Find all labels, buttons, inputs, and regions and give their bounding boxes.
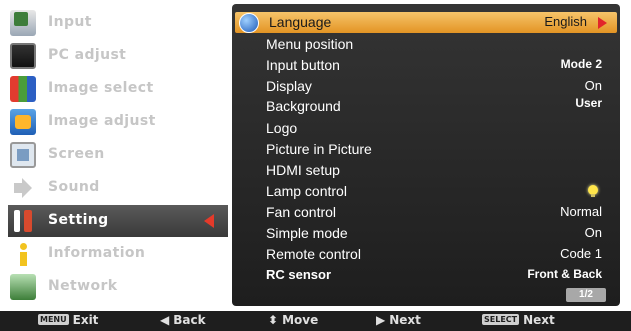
setting-value: User	[575, 96, 602, 110]
menu-item-information[interactable]: Information	[8, 238, 228, 270]
exit-label: Exit	[72, 313, 99, 327]
lamp-bulb-icon	[588, 185, 598, 197]
setting-row-background[interactable]: Background User	[232, 94, 620, 115]
setting-name: Picture in Picture	[266, 141, 372, 157]
setting-name: Lamp control	[266, 183, 347, 199]
setting-row-input-button[interactable]: Input button Mode 2	[232, 55, 620, 76]
menu-item-input[interactable]: Input	[8, 7, 228, 39]
setting-name: Input button	[266, 57, 340, 73]
sound-icon	[10, 175, 36, 201]
projector-menu: Input PC adjust Image select Image adjus…	[0, 0, 631, 331]
right-arrow-icon: ▶	[376, 313, 386, 327]
setting-panel: Language English Menu position Input but…	[232, 4, 620, 306]
setting-row-hdmi-setup[interactable]: HDMI setup	[232, 160, 620, 181]
submenu-arrow-icon	[598, 17, 607, 29]
setting-name: Logo	[266, 120, 298, 136]
menu-item-label: Image adjust	[48, 113, 156, 129]
network-icon	[10, 274, 36, 300]
page-indicator: 1/2	[566, 288, 606, 302]
button-guide-bar: MENU Exit ◀ Back ⬍ Move ▶ Next SELECT Next	[0, 311, 631, 331]
setting-name: HDMI setup	[266, 162, 340, 178]
setting-icon	[10, 208, 36, 234]
pc-adjust-icon	[10, 43, 36, 69]
up-down-arrow-icon: ⬍	[268, 313, 279, 327]
select-hint: SELECT Next	[482, 313, 555, 329]
main-menu: Input PC adjust Image select Image adjus…	[8, 5, 228, 305]
information-icon	[10, 241, 36, 267]
setting-name: Background	[266, 98, 341, 114]
menu-item-screen[interactable]: Screen	[8, 139, 228, 171]
move-hint: ⬍ Move	[268, 313, 318, 329]
screen-icon	[10, 142, 36, 168]
menu-item-label: Information	[48, 245, 146, 261]
setting-name: Fan control	[266, 204, 337, 220]
back-label: Back	[173, 313, 206, 327]
menu-item-image-select[interactable]: Image select	[8, 73, 228, 105]
setting-value: On	[584, 78, 602, 93]
setting-name: Remote control	[266, 246, 361, 262]
menu-item-label: Setting	[48, 212, 109, 228]
setting-row-language[interactable]: Language English	[235, 12, 617, 33]
setting-row-simple-mode[interactable]: Simple mode On	[232, 223, 620, 244]
setting-name: Menu position	[266, 36, 354, 52]
setting-value: Code 1	[560, 246, 602, 261]
menu-item-label: Input	[48, 14, 92, 30]
next-label: Next	[389, 313, 421, 327]
setting-row-lamp-control[interactable]: Lamp control	[232, 181, 620, 202]
menu-key-icon: MENU	[38, 314, 69, 325]
left-arrow-icon: ◀	[160, 313, 170, 327]
select-key-icon: SELECT	[482, 314, 520, 325]
menu-item-label: Image select	[48, 80, 154, 96]
menu-item-label: Network	[48, 278, 118, 294]
setting-value: Front & Back	[527, 267, 602, 281]
menu-item-setting[interactable]: Setting	[8, 205, 228, 237]
menu-item-network[interactable]: Network	[8, 271, 228, 303]
image-adjust-icon	[10, 109, 36, 135]
menu-item-label: PC adjust	[48, 47, 127, 63]
menu-item-image-adjust[interactable]: Image adjust	[8, 106, 228, 138]
setting-value: Mode 2	[560, 57, 602, 71]
setting-value: English	[544, 14, 587, 29]
setting-name: Language	[269, 14, 332, 30]
setting-row-fan-control[interactable]: Fan control Normal	[232, 202, 620, 223]
menu-item-sound[interactable]: Sound	[8, 172, 228, 204]
setting-row-logo[interactable]: Logo	[232, 118, 620, 139]
menu-item-label: Screen	[48, 146, 105, 162]
setting-value: Normal	[560, 204, 602, 219]
menu-item-label: Sound	[48, 179, 100, 195]
setting-name: RC sensor	[266, 267, 332, 282]
setting-row-rc-sensor[interactable]: RC sensor Front & Back	[232, 265, 620, 286]
exit-hint: MENU Exit	[38, 313, 98, 329]
setting-name: Display	[266, 78, 312, 94]
selection-pointer-icon	[204, 214, 214, 228]
menu-item-pc-adjust[interactable]: PC adjust	[8, 40, 228, 72]
globe-icon	[239, 13, 259, 33]
setting-row-menu-position[interactable]: Menu position	[232, 34, 620, 55]
setting-row-picture-in-picture[interactable]: Picture in Picture	[232, 139, 620, 160]
back-hint: ◀ Back	[160, 313, 206, 329]
move-label: Move	[282, 313, 319, 327]
next-hint: ▶ Next	[376, 313, 421, 329]
input-icon	[10, 10, 36, 36]
image-select-icon	[10, 76, 36, 102]
setting-name: Simple mode	[266, 225, 348, 241]
setting-value: On	[584, 225, 602, 240]
setting-row-remote-control[interactable]: Remote control Code 1	[232, 244, 620, 265]
select-label: Next	[523, 313, 555, 327]
